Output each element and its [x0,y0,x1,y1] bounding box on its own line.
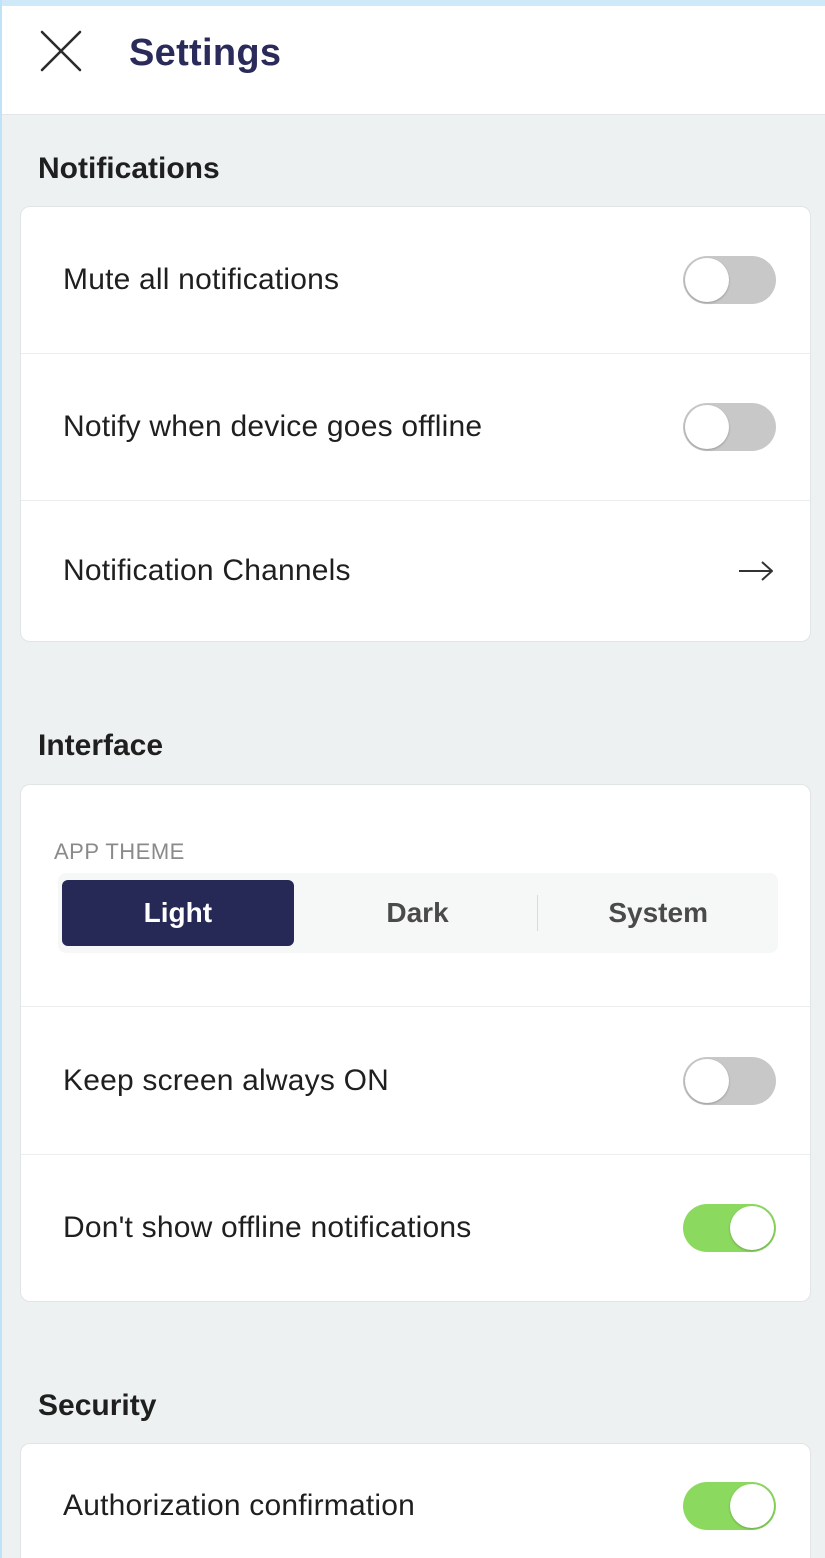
segment-divider [537,895,539,931]
row-notify-device-offline[interactable]: Notify when device goes offline [21,354,810,501]
toggle-knob [685,405,729,449]
security-card: Authorization confirmation [20,1443,811,1558]
row-label: Notification Channels [63,554,351,587]
theme-option-system[interactable]: System [542,880,774,946]
dont-show-offline-notifications-toggle[interactable] [683,1204,776,1252]
row-dont-show-offline-notifications[interactable]: Don't show offline notifications [21,1155,810,1301]
theme-segmented-control: Light Dark System [58,873,778,953]
section-title-notifications: Notifications [38,152,220,185]
notifications-card: Mute all notifications Notify when devic… [20,206,811,642]
row-notification-channels[interactable]: Notification Channels [21,501,810,641]
mute-all-notifications-toggle[interactable] [683,256,776,304]
row-label: Mute all notifications [63,263,340,296]
authorization-confirmation-toggle[interactable] [683,1482,776,1530]
app-theme-block: APP THEME Light Dark System [21,785,810,1007]
interface-card: APP THEME Light Dark System Keep screen … [20,784,811,1302]
row-label: Notify when device goes offline [63,410,483,443]
arrow-right-icon [739,561,773,581]
page-title: Settings [129,32,282,74]
theme-option-light[interactable]: Light [62,880,294,946]
toggle-knob [730,1206,774,1250]
close-button[interactable] [38,28,84,74]
keep-screen-on-toggle[interactable] [683,1056,776,1105]
notification-channels-button[interactable] [736,556,776,586]
row-authorization-confirmation[interactable]: Authorization confirmation [21,1444,810,1558]
app-theme-label: APP THEME [54,839,185,864]
notify-device-offline-toggle[interactable] [683,403,776,451]
settings-screen: Settings Notifications Mute all notifica… [0,0,825,1558]
theme-option-dark[interactable]: Dark [302,880,534,946]
toggle-knob [685,1058,729,1103]
row-label: Keep screen always ON [63,1063,390,1097]
section-title-interface: Interface [38,729,164,762]
row-label: Authorization confirmation [63,1489,416,1522]
close-icon [40,30,82,72]
row-label: Don't show offline notifications [63,1211,472,1244]
toggle-knob [730,1484,774,1528]
row-mute-all-notifications[interactable]: Mute all notifications [21,207,810,354]
toggle-knob [685,258,729,302]
row-keep-screen-on[interactable]: Keep screen always ON [21,1007,810,1155]
section-title-security: Security [38,1389,157,1422]
app-header: Settings [2,6,825,115]
